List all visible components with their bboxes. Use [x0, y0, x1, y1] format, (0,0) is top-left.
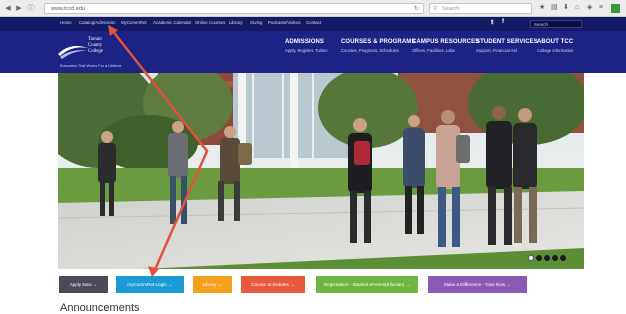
site-search-input[interactable]: Search [530, 20, 582, 28]
topnav-library[interactable]: Library [229, 20, 242, 25]
bookmark-star-icon[interactable]: ★ [539, 4, 545, 12]
topnav-contact[interactable]: Contact [306, 20, 321, 25]
slider-dots [528, 255, 566, 261]
library-button[interactable]: Library → [193, 276, 232, 293]
registration-eforms-button[interactable]: Registration - Student eForms(Ellucian) … [316, 276, 418, 293]
slider-dot[interactable] [528, 255, 534, 261]
browser-search-input[interactable]: ⚲ Search [429, 3, 532, 14]
mainnav-subtitle: Courses, Programs, Schedules [341, 48, 399, 53]
logo-line-2: County [88, 43, 103, 48]
mainnav-subtitle: Offices, Facilities, Labs [412, 48, 455, 53]
topnav-home[interactable]: Home [60, 20, 72, 25]
reading-list-icon[interactable]: ▤ [551, 4, 558, 12]
back-arrow-icon[interactable]: ◀ [3, 0, 13, 17]
campus-scene-image [58, 73, 584, 269]
topnav-mycommret[interactable]: MyCommRet [121, 20, 147, 25]
slider-dot[interactable] [560, 255, 566, 261]
mainnav-subtitle: Apply, Register, Tuition [285, 48, 328, 53]
make-a-difference-button[interactable]: Make a Difference - Give Now → [428, 276, 527, 293]
mainnav-subtitle: College Information [537, 48, 574, 53]
topnav-giving[interactable]: Giving [250, 20, 262, 25]
topnav-online-courses[interactable]: Online Courses [195, 20, 225, 25]
search-icon: ⚲ [433, 6, 438, 12]
site-search-label: Search [534, 22, 548, 27]
download-icon[interactable]: ⬇ [563, 4, 569, 12]
course-schedules-button[interactable]: Course Schedules → [241, 276, 305, 293]
browser-search-placeholder: Search [442, 6, 460, 12]
info-icon[interactable]: ⓘ [26, 0, 36, 17]
reload-icon[interactable]: ↻ [414, 4, 419, 14]
topnav-podcasts-videos[interactable]: Podcasts/Videos [268, 20, 301, 25]
hero-campus-photo[interactable] [58, 73, 584, 269]
logo-line-1: Tarrant [88, 37, 102, 42]
browser-toolbar: ◀ ▶ ⓘ www.tccd.edu ↻ ⚲ Search ★ ▤ ⬇ ⌂ ◈ … [0, 0, 626, 17]
slider-dot[interactable] [536, 255, 542, 261]
mainnav-title: ABOUT TCC [537, 39, 574, 45]
mycommret-login-button[interactable]: myCommRet Login → [116, 276, 184, 293]
site-header: Tarrant County College Education That Wo… [0, 31, 626, 73]
home-icon[interactable]: ⌂ [575, 4, 579, 12]
college-logo-icon[interactable] [56, 42, 90, 60]
slider-dot[interactable] [544, 255, 550, 261]
mainnav-title: ADMISSIONS [285, 39, 325, 45]
mainnav-title: STUDENT SERVICES [476, 39, 538, 45]
mainnav-subtitle: Support, Financial Aid [476, 48, 517, 53]
forward-arrow-icon[interactable]: ▶ [14, 0, 24, 17]
twitter-icon[interactable]: 𝕥 [491, 19, 494, 26]
url-bar[interactable]: www.tccd.edu ↻ [44, 3, 424, 14]
topnav-catalog-admission[interactable]: Catalog/Admission [79, 20, 116, 25]
mainnav-title: CAMPUS RESOURCES [412, 39, 480, 45]
topnav-academic-calendar[interactable]: Academic Calendar [153, 20, 191, 25]
logo-line-3: College [88, 49, 103, 54]
site-top-nav: Home Catalog/Admission MyCommRet Academi… [0, 17, 626, 31]
url-text: www.tccd.edu [51, 6, 85, 12]
mainnav-title: COURSES & PROGRAMS [341, 39, 416, 45]
apply-now-button[interactable]: Apply Now → [59, 276, 108, 293]
facebook-icon[interactable]: f [502, 19, 504, 25]
menu-icon[interactable]: ≡ [599, 4, 603, 12]
announcements-heading: Announcements [60, 302, 140, 314]
pocket-icon[interactable]: ◈ [587, 4, 592, 12]
extension-icon[interactable] [611, 4, 620, 13]
logo-tagline: Education That Works For a Lifetime [60, 64, 122, 68]
slider-dot[interactable] [552, 255, 558, 261]
